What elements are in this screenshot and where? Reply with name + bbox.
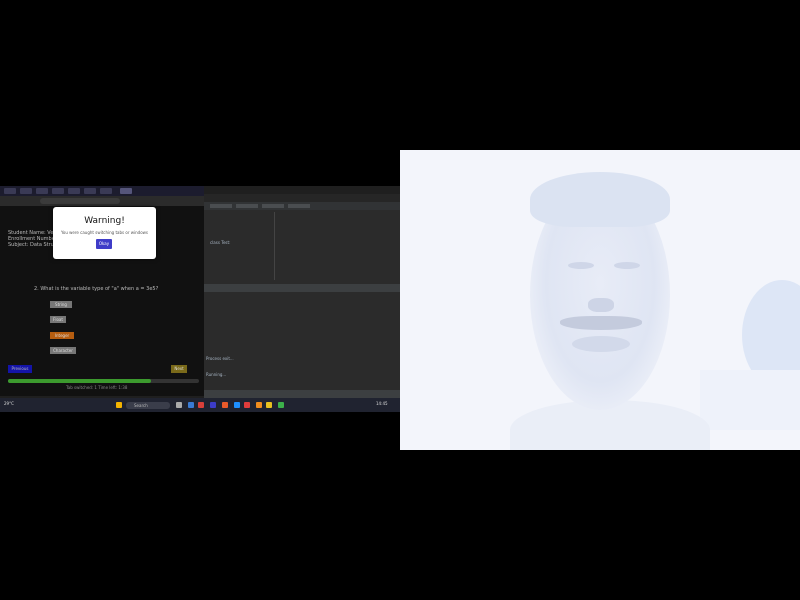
eye (614, 262, 640, 269)
mouth (572, 336, 630, 352)
nose (588, 298, 614, 312)
progress-fill (8, 379, 152, 383)
taskbar-app-icon[interactable] (244, 402, 250, 408)
status-line: Tab switched: 1 Time left: 1:38 (66, 385, 128, 390)
editor-divider (274, 212, 275, 280)
option-button-selected[interactable]: Integer (50, 332, 74, 339)
taskbar-app-icon[interactable] (234, 402, 240, 408)
windows-start-icon[interactable] (116, 402, 122, 408)
taskbar: 29°C Search 14:45 (0, 398, 400, 412)
option-button[interactable]: Character (50, 347, 76, 354)
browser-tab[interactable] (100, 188, 112, 194)
progress-bar (8, 379, 199, 383)
browser-tab[interactable] (4, 188, 16, 194)
ide-tab[interactable] (288, 204, 310, 208)
warning-modal: Warning! You were caught switching tabs … (53, 207, 156, 259)
taskbar-app-icon[interactable] (278, 402, 284, 408)
address-bar[interactable] (40, 198, 120, 204)
ide-tab[interactable] (210, 204, 232, 208)
taskbar-app-icon[interactable] (210, 402, 216, 408)
browser-tab[interactable] (68, 188, 80, 194)
next-button[interactable]: Next (171, 365, 187, 373)
code-line: class Test: (210, 240, 231, 245)
ide-menubar (204, 186, 400, 194)
run-panel: Process exit... Running... (204, 292, 400, 388)
okay-button[interactable]: Okay (96, 239, 112, 249)
hair (530, 172, 670, 227)
ide-toolbar (204, 194, 400, 202)
taskbar-app-icon[interactable] (188, 402, 194, 408)
taskbar-app-icon[interactable] (256, 402, 262, 408)
ide-window: class Test: Process exit... Running... (204, 186, 400, 398)
browser-tab-bar (0, 186, 204, 196)
option-button[interactable]: Float (50, 316, 66, 323)
question-text: 2. What is the variable type of "a" when… (34, 286, 159, 292)
ide-status-bar (204, 390, 400, 398)
taskbar-app-icon[interactable] (266, 402, 272, 408)
modal-message: You were caught switching tabs or window… (60, 230, 149, 235)
eye (568, 262, 594, 269)
code-editor[interactable]: class Test: (208, 212, 392, 282)
mustache (560, 316, 642, 330)
previous-button[interactable]: Previous (8, 365, 32, 373)
browser-tab-active[interactable] (120, 188, 132, 194)
browser-tab[interactable] (36, 188, 48, 194)
ide-tab[interactable] (236, 204, 258, 208)
weather-widget[interactable]: 29°C (4, 401, 14, 406)
subject: Subject: Data Stru... (8, 242, 59, 248)
taskbar-app-icon[interactable] (222, 402, 228, 408)
clock[interactable]: 14:45 (376, 401, 388, 406)
option-button[interactable]: String (50, 301, 72, 308)
search-input[interactable]: Search (126, 402, 170, 409)
background-object (700, 370, 800, 430)
run-panel-header (204, 284, 400, 292)
ide-tab[interactable] (262, 204, 284, 208)
run-output-line: Running... (206, 372, 227, 377)
run-output-line: Process exit... (206, 356, 234, 361)
taskbar-app-icon[interactable] (176, 402, 182, 408)
webcam-feed (400, 150, 800, 450)
ide-tab-bar (204, 202, 400, 210)
modal-title: Warning! (84, 216, 125, 226)
browser-tab[interactable] (52, 188, 64, 194)
browser-tab[interactable] (20, 188, 32, 194)
taskbar-app-icon[interactable] (198, 402, 204, 408)
browser-tab[interactable] (84, 188, 96, 194)
